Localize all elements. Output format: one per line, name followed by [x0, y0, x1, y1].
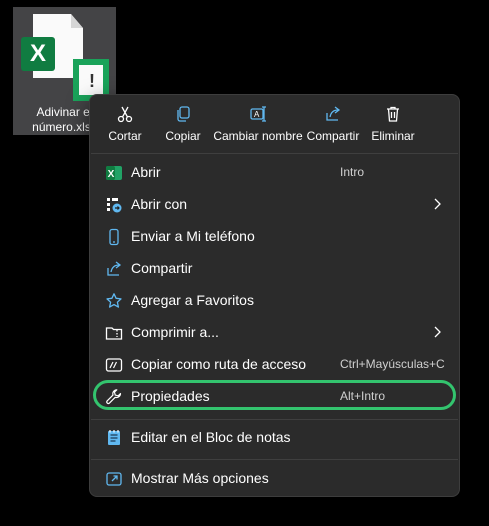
cut-button[interactable]: Cortar	[107, 105, 143, 149]
rename-button[interactable]: A Cambiar nombre	[212, 105, 304, 149]
chevron-right-icon	[434, 326, 441, 338]
menu-item-show-more-options[interactable]: Mostrar Más opciones	[96, 463, 453, 493]
warning-mark: !	[89, 71, 95, 91]
separator	[91, 459, 458, 460]
more-options-icon	[106, 472, 122, 486]
menu-item-send-to-phone[interactable]: Enviar a Mi teléfono	[96, 221, 453, 251]
menu-item-properties[interactable]: Propiedades Alt+Intro	[96, 381, 453, 411]
menu-item-label: Abrir	[131, 164, 161, 180]
share-label: Compartir	[306, 129, 360, 143]
menu-item-add-favorites[interactable]: Agregar a Favoritos	[96, 285, 453, 315]
folder-zip-icon	[105, 327, 123, 340]
menu-item-edit-notepad[interactable]: Editar en el Bloc de notas	[96, 422, 453, 452]
separator	[91, 419, 458, 420]
delete-button[interactable]: Eliminar	[371, 105, 415, 149]
separator	[91, 153, 458, 154]
copy-label: Copiar	[165, 129, 201, 143]
menu-item-label: Editar en el Bloc de notas	[131, 429, 291, 445]
menu-item-label: Compartir	[131, 260, 193, 276]
menu-item-compress[interactable]: Comprimir a...	[96, 317, 453, 347]
copy-button[interactable]: Copiar	[165, 105, 201, 149]
copy-path-icon	[105, 358, 123, 372]
share-button[interactable]: Compartir	[304, 105, 362, 149]
rename-icon: A	[250, 106, 266, 122]
menu-item-label: Agregar a Favoritos	[131, 292, 254, 308]
excel-icon: X	[106, 166, 122, 180]
phone-icon	[109, 228, 119, 246]
chevron-right-icon	[434, 198, 441, 210]
svg-text:X: X	[108, 169, 115, 180]
wrench-icon	[106, 389, 122, 405]
open-with-icon	[107, 198, 122, 213]
cut-label: Cortar	[108, 129, 142, 143]
share-icon	[107, 261, 122, 276]
menu-item-label: Comprimir a...	[131, 324, 219, 340]
menu-item-share[interactable]: Compartir	[96, 253, 453, 283]
document-fold	[71, 14, 83, 28]
menu-item-shortcut: Intro	[340, 165, 365, 179]
quick-actions-bar: Cortar Copiar A Cambiar nombre Compartir…	[90, 95, 459, 153]
star-icon	[106, 293, 122, 308]
menu-item-label: Mostrar Más opciones	[131, 470, 269, 486]
menu-item-open[interactable]: X Abrir Intro	[96, 157, 453, 187]
excel-icon: X	[21, 37, 55, 71]
menu-item-open-with[interactable]: Abrir con	[96, 189, 453, 219]
svg-text:A: A	[254, 110, 260, 119]
excel-letter: X	[29, 40, 46, 67]
menu-item-copy-path[interactable]: Copiar como ruta de acceso Ctrl+Mayúscul…	[96, 349, 453, 379]
menu-item-label: Copiar como ruta de acceso	[131, 356, 307, 372]
trash-icon	[387, 106, 399, 122]
menu-item-label: Propiedades	[131, 388, 210, 404]
rename-label: Cambiar nombre	[213, 129, 303, 143]
menu-item-shortcut: Alt+Intro	[340, 389, 386, 403]
scissors-icon	[117, 106, 133, 123]
share-icon	[326, 106, 341, 121]
delete-label: Eliminar	[371, 129, 415, 143]
menu-item-label: Enviar a Mi teléfono	[131, 228, 255, 244]
menu-item-label: Abrir con	[131, 196, 188, 212]
copy-icon	[177, 106, 190, 122]
menu-item-shortcut: Ctrl+Mayúsculas+C	[340, 357, 445, 371]
context-menu: Cortar Copiar A Cambiar nombre Compartir…	[89, 94, 460, 497]
notepad-icon	[108, 430, 120, 445]
